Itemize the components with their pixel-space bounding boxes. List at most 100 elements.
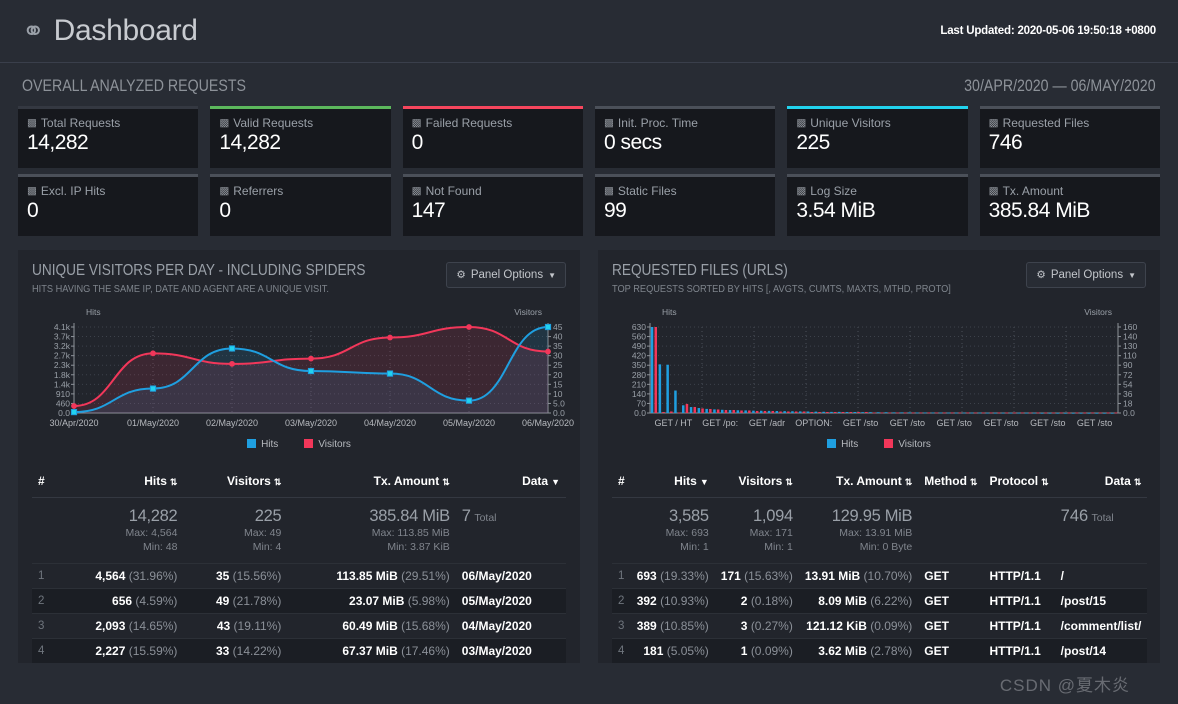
visitors-bar[interactable] [677, 412, 681, 414]
hits-bar[interactable] [1033, 412, 1036, 414]
visitors-bar[interactable] [779, 411, 782, 413]
visitors-point[interactable] [229, 360, 235, 367]
column-header-hits[interactable]: Hits ⇅ [57, 470, 184, 498]
visitors-bar[interactable] [794, 411, 798, 413]
hits-bar[interactable] [923, 412, 927, 414]
hits-bar[interactable] [822, 411, 825, 413]
hits-bar[interactable] [744, 410, 747, 413]
hits-bar[interactable] [916, 412, 919, 414]
visitors-bar[interactable] [911, 412, 915, 414]
brand[interactable]: ⚭ Dashboard [22, 14, 198, 48]
visitors-bar[interactable] [709, 408, 712, 413]
table-row[interactable]: 2 656 (4.59%) 49 (21.78%) 23.07 MiB (5.98%)… [32, 588, 566, 614]
visitors-bar[interactable] [997, 412, 1001, 414]
visitors-bar[interactable] [927, 412, 930, 414]
hits-bar[interactable] [752, 410, 755, 413]
table-row[interactable]: 1 4,564 (31.96%) 35 (15.56%) 113.85 MiB (29… [32, 563, 566, 589]
visitors-bar[interactable] [1083, 412, 1086, 414]
column-header-data[interactable]: Data ▼ [455, 470, 566, 498]
visitors-bar[interactable] [1067, 412, 1071, 414]
hits-bar[interactable] [1087, 412, 1091, 414]
visitors-bar[interactable] [1052, 412, 1055, 414]
column-header-method[interactable]: Method ⇅ [918, 470, 984, 498]
column-header-visitors[interactable]: Visitors ⇅ [714, 470, 799, 498]
visitors-bar[interactable] [1044, 412, 1047, 414]
hits-point[interactable] [228, 345, 236, 352]
visitors-bar[interactable] [716, 409, 720, 413]
panel-options-button[interactable]: ⚙ Panel Options ▼ [1026, 262, 1146, 288]
panel-options-button[interactable]: ⚙ Panel Options ▼ [446, 262, 566, 288]
hits-point[interactable] [544, 323, 552, 331]
visitors-bar[interactable] [880, 412, 884, 414]
visitors-bar[interactable] [755, 410, 759, 413]
hits-bar[interactable] [1095, 412, 1098, 414]
hits-bar[interactable] [947, 412, 950, 414]
visitors-bar[interactable] [1021, 412, 1024, 414]
hits-bar[interactable] [931, 412, 935, 414]
column-header-visitors[interactable]: Visitors ⇅ [183, 470, 288, 498]
hits-bar[interactable] [877, 412, 880, 414]
visitors-point[interactable] [387, 334, 393, 341]
hits-point[interactable] [307, 367, 315, 375]
hits-bar[interactable] [1025, 412, 1028, 414]
hits-bar[interactable] [986, 412, 989, 414]
hits-bar[interactable] [697, 408, 701, 413]
hits-bar[interactable] [728, 410, 732, 413]
hits-bar[interactable] [666, 364, 669, 413]
visitors-point[interactable] [71, 403, 77, 409]
visitors-bar[interactable] [1060, 412, 1063, 414]
hits-point[interactable] [149, 385, 157, 392]
hits-bar[interactable] [1103, 412, 1106, 414]
hits-bar[interactable] [994, 412, 997, 414]
visitors-bar[interactable] [833, 411, 837, 413]
hits-bar[interactable] [736, 410, 740, 413]
visitors-bar[interactable] [1099, 412, 1102, 414]
visitors-point[interactable] [545, 348, 551, 355]
legend-item-hits[interactable]: Hits [247, 439, 278, 450]
visitors-bar[interactable] [748, 410, 751, 413]
hits-bar[interactable] [760, 410, 763, 413]
visitors-point[interactable] [150, 350, 156, 357]
visitors-bar[interactable] [1028, 412, 1032, 414]
visitors-bar[interactable] [1036, 412, 1040, 414]
hits-point[interactable] [70, 408, 78, 416]
hits-bar[interactable] [689, 407, 693, 413]
visitors-bar[interactable] [857, 411, 860, 413]
visitors-bar[interactable] [841, 411, 845, 413]
visitors-bar[interactable] [919, 412, 923, 414]
hits-bar[interactable] [682, 405, 685, 413]
visitors-bar[interactable] [654, 327, 657, 413]
hits-bar[interactable] [978, 412, 981, 414]
hits-bar[interactable] [767, 410, 771, 413]
hits-bar[interactable] [775, 411, 779, 413]
visitors-bar[interactable] [1114, 412, 1118, 414]
hits-bar[interactable] [970, 412, 974, 414]
hits-bar[interactable] [1056, 412, 1059, 414]
hits-bar[interactable] [861, 412, 864, 413]
legend-item-visitors[interactable]: Visitors [884, 439, 931, 450]
visitors-bar[interactable] [732, 409, 735, 413]
visitors-bar[interactable] [904, 412, 907, 414]
visitors-bar[interactable] [989, 412, 993, 414]
visitors-bar[interactable] [974, 412, 977, 414]
hits-bar[interactable] [1064, 412, 1067, 414]
hits-bar[interactable] [1072, 412, 1075, 414]
hits-bar[interactable] [1079, 412, 1083, 414]
visitors-bar[interactable] [670, 411, 673, 413]
hits-bar[interactable] [869, 412, 872, 413]
hits-bar[interactable] [845, 412, 849, 413]
visitors-bar[interactable] [896, 412, 899, 414]
hits-point[interactable] [386, 370, 394, 377]
column-header-[interactable]: # [612, 470, 631, 498]
hits-bar[interactable] [939, 412, 942, 414]
hits-bar[interactable] [1009, 412, 1013, 414]
bar-chart-requested-files[interactable]: Hits Visitors 0.0 0.0 70 18 140 36 210 54 280 72 350… [612, 305, 1146, 460]
visitors-point[interactable] [466, 324, 472, 330]
hits-bar[interactable] [713, 409, 716, 413]
visitors-bar[interactable] [865, 411, 868, 413]
visitors-bar[interactable] [1091, 412, 1094, 414]
table-row[interactable]: 3 2,093 (14.65%) 43 (19.11%) 60.49 MiB (15.… [32, 613, 566, 639]
visitors-bar[interactable] [1106, 412, 1110, 414]
visitors-bar[interactable] [966, 412, 969, 414]
visitors-bar[interactable] [763, 410, 767, 413]
